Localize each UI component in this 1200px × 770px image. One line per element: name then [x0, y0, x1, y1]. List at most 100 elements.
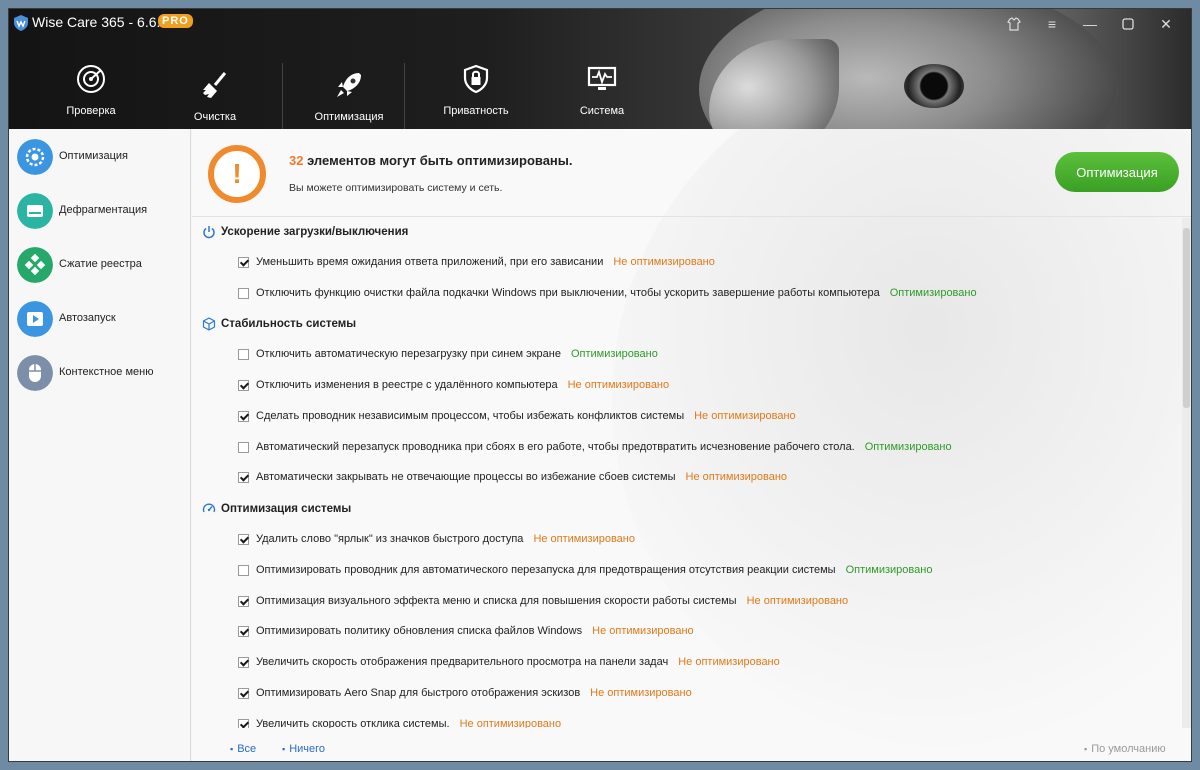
status-not-optimized: Не оптимизировано — [567, 379, 670, 391]
eagle-eye — [904, 64, 964, 108]
menu-icon[interactable]: ≡ — [1041, 13, 1063, 35]
sidebar: Оптимизация Дефрагментация Сжатие реестр… — [9, 129, 191, 761]
radar-icon — [77, 65, 105, 93]
section-title: Ускорение загрузки/выключения — [221, 226, 409, 238]
item-checkbox[interactable] — [238, 257, 249, 268]
app-logo-icon — [14, 15, 28, 31]
list-scrollbar[interactable] — [1182, 218, 1191, 728]
app-title: Wise Care 365 - 6.6.3 — [32, 14, 169, 30]
sidebar-item-defrag[interactable]: Дефрагментация — [17, 193, 189, 229]
header: Wise Care 365 - 6.6.3 PRO ≡ — ✕ Проверка — [9, 9, 1191, 129]
maximize-icon[interactable] — [1117, 13, 1139, 35]
item-checkbox[interactable] — [238, 657, 249, 668]
title-bar[interactable]: Wise Care 365 - 6.6.3 PRO ≡ — ✕ — [9, 9, 1191, 39]
monitor-pulse-icon — [587, 66, 617, 90]
play-icon — [17, 301, 53, 337]
tab-label: Проверка — [66, 105, 116, 117]
summary-headline-text: элементов могут быть оптимизированы. — [303, 153, 573, 168]
section-title: Стабильность системы — [221, 318, 357, 330]
app-window: Wise Care 365 - 6.6.3 PRO ≡ — ✕ Проверка — [8, 8, 1192, 762]
list-footer: Все Ничего По умолчанию — [192, 737, 1191, 761]
pro-badge: PRO — [158, 14, 193, 28]
status-not-optimized: Не оптимизировано — [613, 256, 715, 268]
status-optimized: Оптимизировано — [889, 287, 977, 299]
item-checkbox[interactable] — [238, 596, 249, 607]
tab-label: Оптимизация — [314, 111, 384, 123]
status-not-optimized: Не оптимизировано — [592, 625, 694, 637]
item-label: Автоматически закрывать не отвечающие пр… — [256, 471, 676, 483]
broom-icon: ✦ — [203, 72, 227, 98]
item-checkbox[interactable] — [238, 411, 249, 422]
close-icon[interactable]: ✕ — [1155, 13, 1177, 35]
summary-headline: 32 элементов могут быть оптимизированы. — [289, 153, 573, 168]
status-not-optimized: Не оптимизировано — [694, 410, 796, 422]
cube-icon — [202, 317, 216, 331]
sidebar-item-optimization[interactable]: Оптимизация — [17, 139, 189, 175]
registry-icon — [17, 247, 53, 283]
status-optimized: Оптимизировано — [570, 348, 658, 360]
sidebar-item-label: Автозапуск — [59, 312, 116, 324]
status-not-optimized: Не оптимизировано — [746, 595, 849, 607]
power-icon — [203, 226, 215, 239]
tab-system[interactable]: Система — [540, 63, 664, 129]
sidebar-item-label: Оптимизация — [59, 150, 128, 162]
rocket-icon — [337, 73, 361, 97]
select-none-link[interactable]: Ничего — [282, 743, 325, 755]
item-checkbox[interactable] — [238, 349, 249, 360]
sidebar-item-context-menu[interactable]: Контекстное меню — [17, 355, 189, 391]
summary-banner: ! 32 элементов могут быть оптимизированы… — [192, 129, 1191, 217]
main-nav: Проверка ✦ Очистка Оптимизация Приватнос… — [29, 63, 629, 129]
sidebar-item-label: Дефрагментация — [59, 204, 148, 216]
warning-icon: ! — [208, 145, 266, 203]
status-optimized: Оптимизировано — [864, 441, 952, 453]
select-all-link[interactable]: Все — [230, 743, 256, 755]
status-not-optimized: Не оптимизировано — [678, 656, 780, 668]
item-label: Увеличить скорость отклика системы. — [256, 718, 450, 728]
skin-icon[interactable] — [1003, 13, 1025, 35]
issue-count: 32 — [289, 153, 304, 168]
item-label: Автоматический перезапуск проводника при… — [256, 441, 855, 453]
item-label: Оптимизировать Aero Snap для быстрого от… — [256, 687, 581, 699]
status-not-optimized: Не оптимизировано — [459, 718, 562, 728]
speedometer-icon — [202, 503, 216, 513]
sidebar-item-registry[interactable]: Сжатие реестра — [17, 247, 189, 283]
item-checkbox[interactable] — [238, 719, 249, 728]
main-panel: ! 32 элементов могут быть оптимизированы… — [192, 129, 1191, 761]
tab-label: Приватность — [443, 105, 509, 117]
svg-text:✦: ✦ — [219, 73, 225, 81]
item-checkbox[interactable] — [238, 472, 249, 483]
tab-clean[interactable]: ✦ Очистка — [153, 69, 277, 129]
summary-subtitle: Вы можете оптимизировать систему и сеть. — [289, 182, 503, 194]
item-label: Оптимизировать политику обновления списк… — [256, 625, 583, 637]
optimize-button[interactable]: Оптимизация — [1055, 152, 1179, 192]
item-checkbox[interactable] — [238, 534, 249, 545]
item-label: Удалить слово "ярлык" из значков быстрог… — [256, 533, 524, 545]
restore-default-link[interactable]: По умолчанию — [1084, 743, 1165, 755]
section-title: Оптимизация системы — [221, 503, 352, 515]
item-label: Оптимизировать проводник для автоматичес… — [256, 564, 836, 576]
item-checkbox[interactable] — [238, 442, 249, 453]
optimization-list: Ускорение загрузки/выключения Уменьшить … — [192, 218, 1180, 728]
sidebar-item-autorun[interactable]: Автозапуск — [17, 301, 189, 337]
item-label: Уменьшить время ожидания ответа приложен… — [256, 256, 604, 268]
tab-check[interactable]: Проверка — [29, 63, 153, 129]
item-checkbox[interactable] — [238, 688, 249, 699]
status-not-optimized: Не оптимизировано — [533, 533, 635, 545]
minimize-icon[interactable]: — — [1079, 13, 1101, 35]
tab-privacy[interactable]: Приватность — [414, 63, 538, 129]
nav-separator — [404, 63, 405, 129]
scrollbar-thumb[interactable] — [1183, 228, 1190, 408]
gear-icon — [17, 139, 53, 175]
item-checkbox[interactable] — [238, 565, 249, 576]
status-not-optimized: Не оптимизировано — [685, 471, 788, 483]
sidebar-item-label: Сжатие реестра — [59, 258, 142, 270]
tab-optimize[interactable]: Оптимизация — [287, 69, 411, 129]
item-checkbox[interactable] — [238, 626, 249, 637]
item-label: Отключить функцию очистки файла подкачки… — [256, 287, 880, 299]
item-checkbox[interactable] — [238, 288, 249, 299]
tab-label: Очистка — [193, 111, 237, 123]
disk-icon — [17, 193, 53, 229]
item-checkbox[interactable] — [238, 380, 249, 391]
status-not-optimized: Не оптимизировано — [590, 687, 692, 699]
item-label: Увеличить скорость отображения предварит… — [256, 656, 669, 668]
